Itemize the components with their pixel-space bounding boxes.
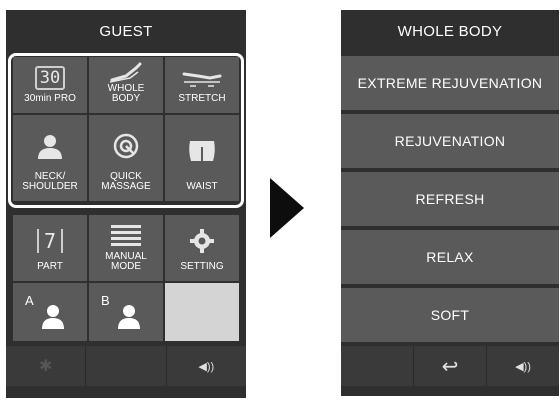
user-a-button[interactable]: A [13,283,87,341]
guest-screen: GUEST 30 30min PRO WHOLE BODY STRETCH NE… [6,10,246,398]
menu-item-label: REFRESH [415,191,485,207]
quick-massage-icon [89,115,163,172]
setting-button[interactable]: SETTING [165,215,239,281]
transition-arrow-icon [270,178,304,238]
speaker-icon[interactable]: ◀)) [487,346,559,386]
waist-button[interactable]: WAIST [165,115,239,201]
menu-item-refresh[interactable]: REFRESH [341,172,559,226]
bottom-blank [86,346,167,386]
bottom-blank [341,346,414,386]
bottom-bar: ↩ ◀)) [341,346,559,386]
menu-item-label: SOFT [430,307,470,323]
menu-item-label: RELAX [426,249,474,265]
whole-body-button[interactable]: WHOLE BODY [89,57,163,113]
screen-title: WHOLE BODY [397,22,503,40]
neck-shoulder-icon [13,115,87,172]
menu-item-soft[interactable]: SOFT [341,288,559,342]
quick-massage-button[interactable]: QUICK MASSAGE [89,115,163,201]
part-icon: 7 [13,215,87,262]
empty-user-slot [165,283,239,341]
user-letter: B [101,293,110,308]
stretch-icon [165,57,239,94]
menu-item-label: EXTREME REJUVENATION [357,75,543,91]
waist-icon [165,115,239,182]
stretch-button[interactable]: STRETCH [165,57,239,113]
menu-item-extreme-rejuvenation[interactable]: EXTREME REJUVENATION [341,56,559,110]
user-b-button[interactable]: B [89,283,163,341]
bluetooth-icon[interactable]: ✱ [6,346,87,386]
whole-body-screen: WHOLE BODY EXTREME REJUVENATION REJUVENA… [341,10,559,396]
30min-icon: 30 [13,57,87,94]
neck-shoulder-button[interactable]: NECK/ SHOULDER [13,115,87,201]
manual-mode-button[interactable]: MANUAL MODE [89,215,163,281]
menu-item-label: REJUVENATION [394,133,506,149]
user-letter: A [25,293,34,308]
menu-item-rejuvenation[interactable]: REJUVENATION [341,114,559,168]
speaker-icon[interactable]: ◀)) [166,346,246,386]
menu-item-relax[interactable]: RELAX [341,230,559,284]
whole-body-icon [89,57,163,84]
30min-pro-button[interactable]: 30 30min PRO [13,57,87,113]
part-button[interactable]: 7 PART [13,215,87,281]
bottom-bar: ✱ ◀)) [6,346,246,386]
back-icon[interactable]: ↩ [414,346,487,386]
manual-mode-icon [89,215,163,252]
user-icon [118,305,140,329]
user-icon [42,305,64,329]
gear-icon [165,215,239,262]
screen-title: GUEST [99,22,153,40]
